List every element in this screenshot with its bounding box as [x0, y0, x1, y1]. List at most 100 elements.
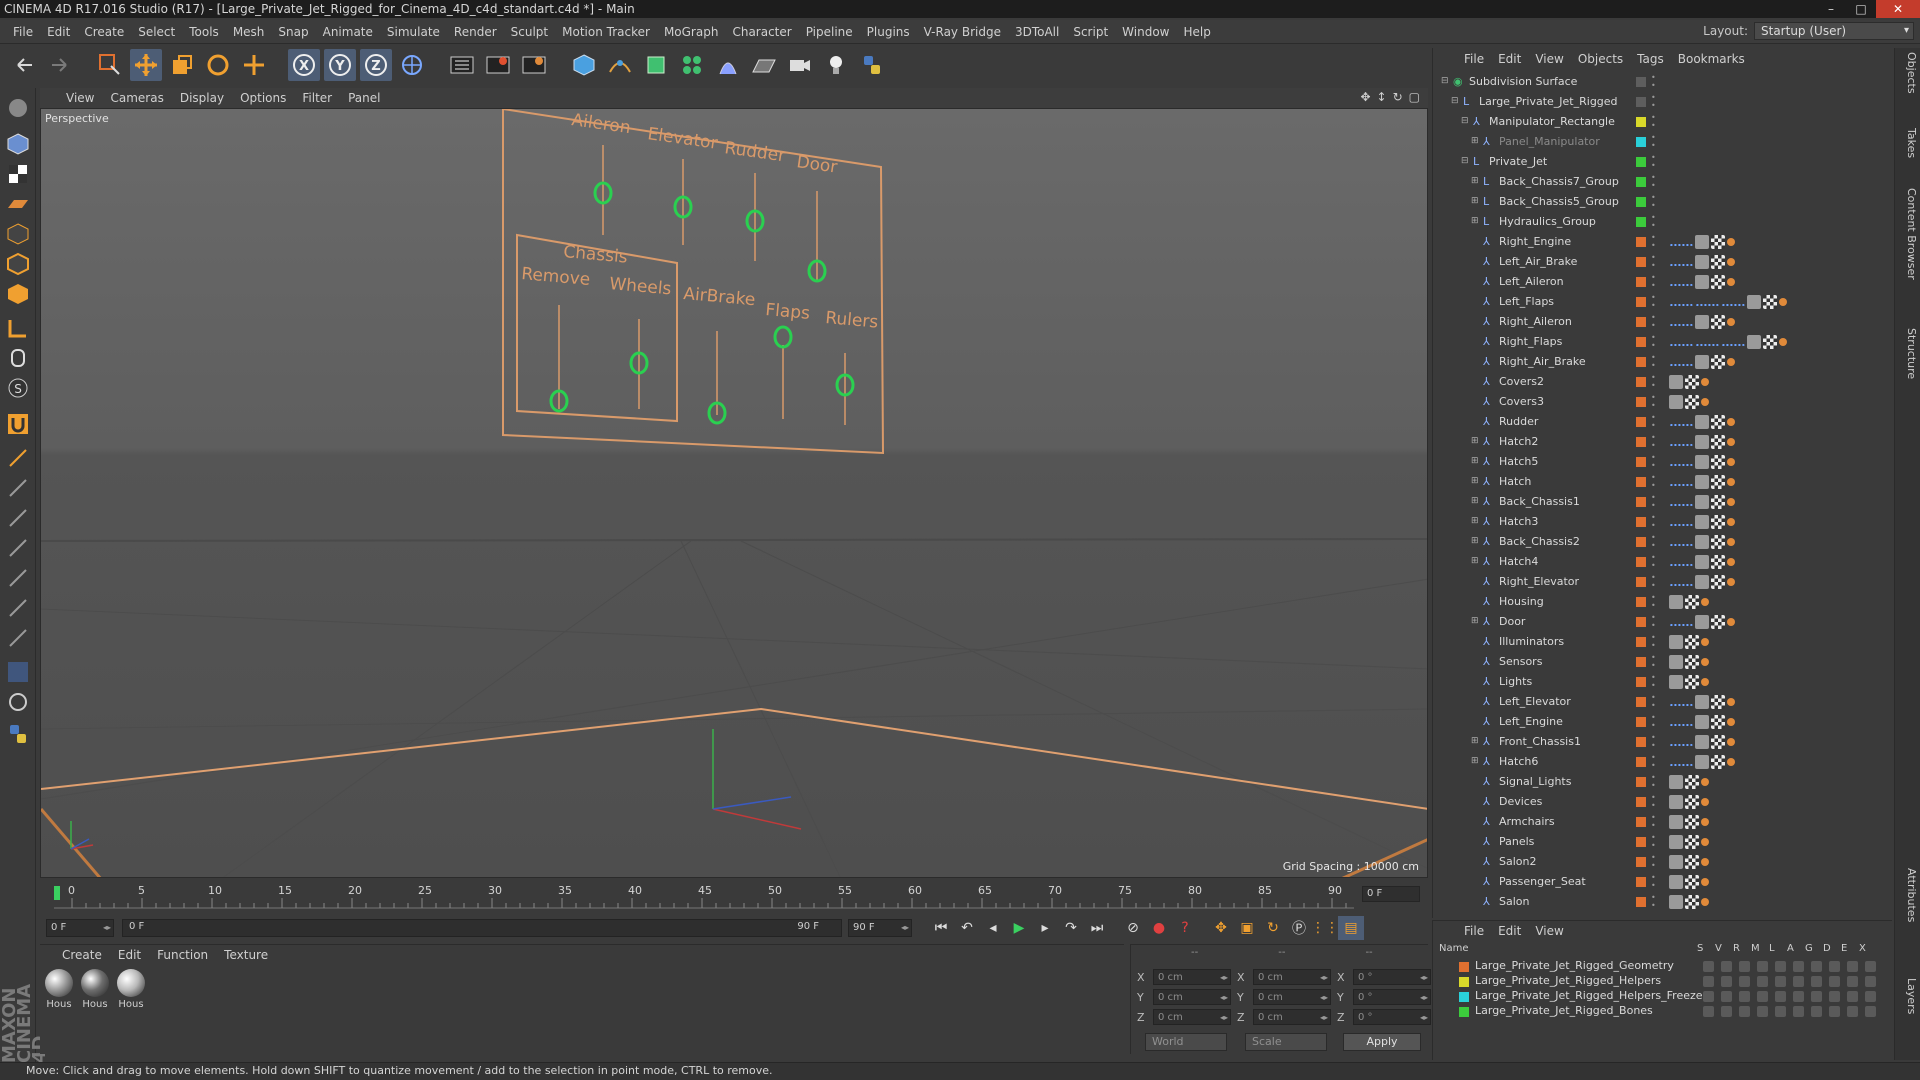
layer-flag-toggle[interactable] [1775, 976, 1786, 987]
layer-flag-toggle[interactable] [1811, 991, 1822, 1002]
ik-dots-tag[interactable] [1669, 298, 1693, 306]
snapping-icon[interactable]: S [4, 374, 32, 402]
layer-col-l[interactable]: L [1769, 943, 1775, 954]
expand-toggle-icon[interactable]: ⊞ [1471, 196, 1481, 206]
rotate-icon[interactable] [202, 49, 234, 81]
layer-color-swatch[interactable] [1459, 962, 1469, 972]
expand-toggle-icon[interactable]: ⊞ [1471, 536, 1481, 546]
maximize-view-icon[interactable]: ▢ [1409, 90, 1420, 104]
display-tag[interactable] [1711, 435, 1725, 449]
pose-tag[interactable] [1701, 638, 1709, 646]
layer-flag-toggle[interactable] [1739, 976, 1750, 987]
layer-flag-toggle[interactable] [1865, 976, 1876, 987]
layer-color-swatch[interactable] [1636, 77, 1646, 87]
visibility-dots[interactable]: • • [1651, 534, 1657, 550]
edges-mode-icon[interactable] [4, 250, 32, 278]
layer-flag-toggle[interactable] [1721, 976, 1732, 987]
bind-tool-icon[interactable] [4, 624, 32, 652]
texture-tag[interactable] [1695, 615, 1709, 629]
visibility-dots[interactable]: • • [1651, 74, 1657, 90]
layer-color-swatch[interactable] [1636, 897, 1646, 907]
layer-flag-toggle[interactable] [1793, 961, 1804, 972]
ik-dots-tag[interactable] [1669, 498, 1693, 506]
pose-tag[interactable] [1727, 418, 1735, 426]
visibility-dots[interactable]: • • [1651, 734, 1657, 750]
layer-color-swatch[interactable] [1636, 357, 1646, 367]
layer-col-a[interactable]: A [1787, 943, 1794, 954]
object-row[interactable]: ⅄ Covers3 • • [1433, 392, 1893, 412]
object-row[interactable]: ⅄ Right_Aileron • • [1433, 312, 1893, 332]
display-tag[interactable] [1685, 795, 1699, 809]
ik-dots-tag[interactable] [1669, 278, 1693, 286]
visibility-dots[interactable]: • • [1651, 694, 1657, 710]
ik-dots-tag[interactable] [1669, 558, 1693, 566]
menu-script[interactable]: Script [1066, 25, 1115, 39]
layer-flag-toggle[interactable] [1865, 1006, 1876, 1017]
size-x-field[interactable]: 0 cm [1253, 969, 1331, 986]
viewport-menu-display[interactable]: Display [172, 91, 232, 105]
object-row[interactable]: ⅄ Salon • • [1433, 892, 1893, 912]
menu-snap[interactable]: Snap [271, 25, 315, 39]
menu-plugins[interactable]: Plugins [860, 25, 917, 39]
object-row[interactable]: ⅄ Rudder • • [1433, 412, 1893, 432]
object-row[interactable]: ⅄ Housing • • [1433, 592, 1893, 612]
timeline-ruler[interactable]: 0 5 10 15 20 25 30 35 40 45 50 55 60 65 70 75 80 85 90 0 F [40, 880, 1428, 914]
texture-tag[interactable] [1695, 695, 1709, 709]
object-menu-bookmarks[interactable]: Bookmarks [1671, 52, 1752, 66]
apply-button[interactable]: Apply [1343, 1033, 1421, 1051]
layer-flag-toggle[interactable] [1793, 991, 1804, 1002]
ik-dots-tag[interactable] [1695, 338, 1719, 346]
display-tag[interactable] [1685, 595, 1699, 609]
display-tag[interactable] [1763, 295, 1777, 309]
display-tag[interactable] [1711, 255, 1725, 269]
object-row[interactable]: ⅄ Right_Flaps • • [1433, 332, 1893, 352]
display-tag[interactable] [1711, 555, 1725, 569]
layer-menu-edit[interactable]: Edit [1491, 924, 1528, 938]
object-menu-objects[interactable]: Objects [1571, 52, 1630, 66]
pose-tag[interactable] [1727, 278, 1735, 286]
layer-flag-toggle[interactable] [1757, 976, 1768, 987]
layer-flag-toggle[interactable] [1811, 1006, 1822, 1017]
visibility-dots[interactable]: • • [1651, 574, 1657, 590]
menu-tools[interactable]: Tools [182, 25, 226, 39]
expand-toggle-icon[interactable]: ⊞ [1471, 436, 1481, 446]
redo-icon[interactable] [44, 49, 76, 81]
object-row[interactable]: ⊞ ⅄ Hatch6 • • [1433, 752, 1893, 772]
viewport-menu-panel[interactable]: Panel [340, 91, 388, 105]
display-tag[interactable] [1711, 735, 1725, 749]
object-row[interactable]: ⊞ L Back_Chassis7_Group • • [1433, 172, 1893, 192]
pose-tag[interactable] [1727, 358, 1735, 366]
expand-toggle-icon[interactable]: ⊞ [1471, 496, 1481, 506]
pose-tag[interactable] [1727, 498, 1735, 506]
floor-icon[interactable] [748, 49, 780, 81]
z-axis-icon[interactable]: Z [360, 49, 392, 81]
layer-flag-toggle[interactable] [1775, 991, 1786, 1002]
object-row[interactable]: ⅄ Right_Elevator • • [1433, 572, 1893, 592]
make-editable-icon[interactable] [4, 94, 32, 122]
texture-mode-icon[interactable] [4, 160, 32, 188]
rotation-y-field[interactable]: 0 ° [1353, 989, 1431, 1006]
ik-dots-tag[interactable] [1669, 518, 1693, 526]
cube-icon[interactable] [568, 49, 600, 81]
layer-flag-toggle[interactable] [1775, 1006, 1786, 1017]
texture-tag[interactable] [1695, 735, 1709, 749]
expand-toggle-icon[interactable]: ⊞ [1471, 616, 1481, 626]
world-coords-icon[interactable] [396, 49, 428, 81]
ik-dots-tag[interactable] [1669, 238, 1693, 246]
size-mode-dropdown[interactable]: Scale [1245, 1033, 1327, 1051]
pose-tag[interactable] [1727, 558, 1735, 566]
layer-col-r[interactable]: R [1733, 943, 1740, 954]
display-tag[interactable] [1685, 815, 1699, 829]
display-tag[interactable] [1685, 775, 1699, 789]
texture-tag[interactable] [1695, 235, 1709, 249]
object-row[interactable]: ⊞ ⅄ Hatch5 • • [1433, 452, 1893, 472]
side-tab-takes[interactable]: Takes [1898, 128, 1918, 158]
ik-dots-tag[interactable] [1669, 718, 1693, 726]
layer-color-swatch[interactable] [1636, 617, 1646, 627]
layer-color-swatch[interactable] [1636, 477, 1646, 487]
workplane-mode-icon[interactable] [4, 190, 32, 218]
ik-dots-tag[interactable] [1669, 318, 1693, 326]
visibility-dots[interactable]: • • [1651, 434, 1657, 450]
visibility-dots[interactable]: • • [1651, 314, 1657, 330]
texture-tag[interactable] [1695, 275, 1709, 289]
